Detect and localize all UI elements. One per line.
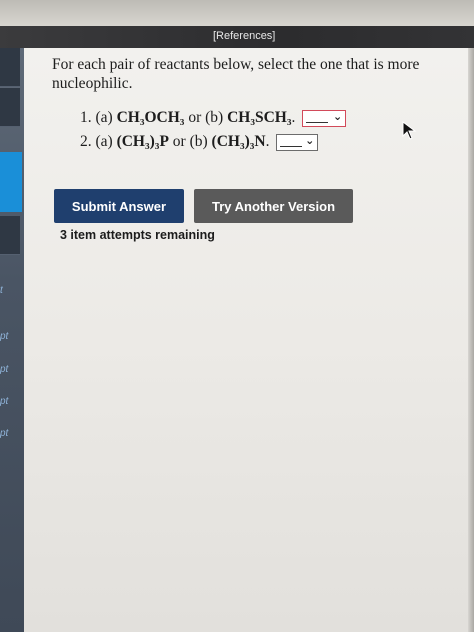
- sidebar-item[interactable]: [0, 88, 20, 127]
- sidebar-points-label: pt: [0, 396, 9, 407]
- select-value: [306, 121, 329, 123]
- panel-edge: [468, 48, 474, 632]
- question-prompt: For each pair of reactants below, select…: [52, 56, 420, 92]
- question-item-1: 1. (a) CH₃OCH₃ or (b) CH₃SCH₃. ⌄: [80, 109, 347, 127]
- submit-answer-button[interactable]: Submit Answer: [54, 189, 184, 223]
- option-b-formula: (CH₃)₃N: [211, 133, 266, 150]
- references-link[interactable]: [References]: [213, 30, 275, 42]
- attempts-remaining: 3 item attempts remaining: [60, 228, 215, 242]
- item-number: 1.: [80, 109, 92, 126]
- option-a-formula: (CH₃)₃P: [116, 133, 169, 150]
- try-another-version-button[interactable]: Try Another Version: [194, 189, 353, 223]
- option-b-label: or (b): [188, 109, 224, 126]
- option-b-label: or (b): [172, 133, 208, 150]
- select-value: [280, 145, 303, 147]
- answer-select-2[interactable]: ⌄: [276, 133, 319, 151]
- option-b-formula: CH₃SCH₃: [227, 109, 292, 126]
- option-a-formula: CH₃OCH₃: [116, 109, 185, 126]
- sidebar-item-active[interactable]: [0, 152, 22, 212]
- period: .: [291, 109, 296, 126]
- question-item-2: 2. (a) (CH₃)₃P or (b) (CH₃)₃N. ⌄: [80, 133, 319, 151]
- sidebar-points-label: t: [0, 285, 3, 296]
- sidebar-points-label: pt: [0, 428, 9, 439]
- chevron-down-icon: ⌄: [305, 133, 315, 147]
- sidebar-points-label: pt: [0, 331, 9, 342]
- mouse-pointer-icon: [402, 121, 417, 140]
- sidebar-points-label: pt: [0, 364, 9, 375]
- sidebar: t pt pt pt pt: [0, 48, 24, 632]
- item-number: 2.: [80, 133, 92, 150]
- option-a-label: (a): [95, 133, 113, 150]
- period: .: [265, 133, 270, 150]
- answer-select-1[interactable]: ⌄: [302, 109, 347, 127]
- browser-top-edge: [0, 0, 474, 26]
- chevron-down-icon: ⌄: [333, 109, 343, 123]
- sidebar-item[interactable]: [0, 48, 20, 87]
- sidebar-item[interactable]: [0, 216, 20, 255]
- option-a-label: (a): [95, 109, 113, 126]
